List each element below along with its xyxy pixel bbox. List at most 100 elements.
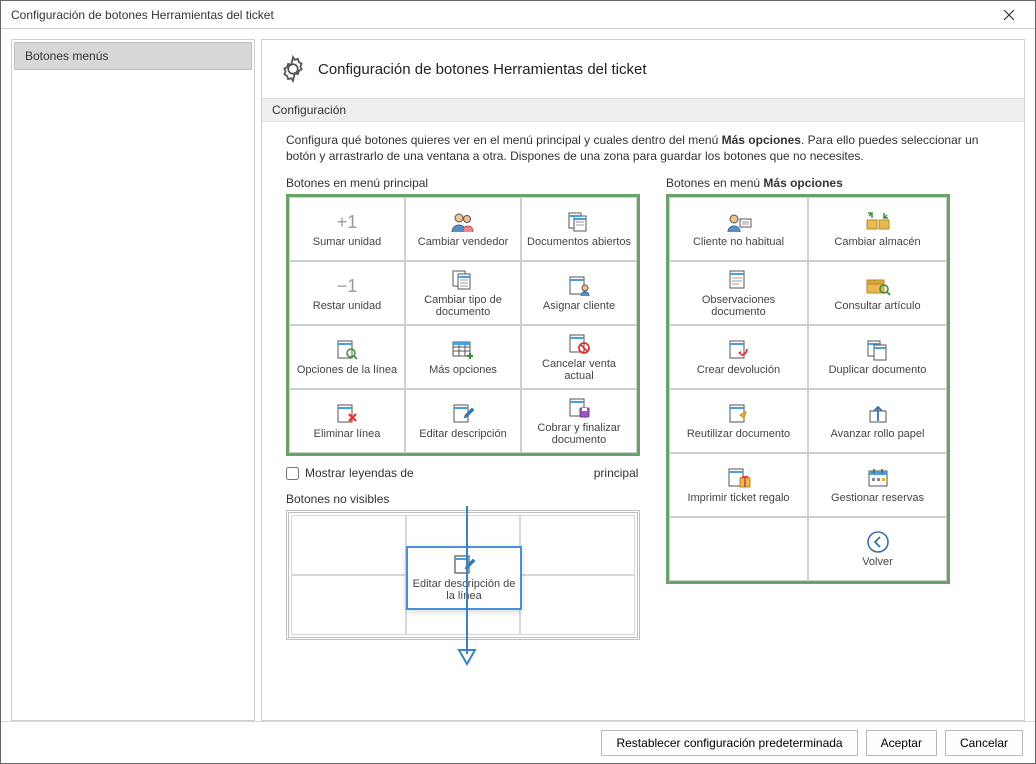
main-panel: Configuración de botones Herramientas de… xyxy=(261,39,1025,721)
hidden-slot[interactable] xyxy=(291,515,406,575)
close-icon xyxy=(1003,9,1015,21)
show-legends-row: Mostrar leyendas de xxxxxxxxxxxxxxxxxxxx… xyxy=(286,466,640,480)
button-cell-label: Sumar unidad xyxy=(313,236,382,248)
button-cell-label: Más opciones xyxy=(429,364,497,376)
doc-x-icon xyxy=(335,402,359,426)
button-cell[interactable]: Reutilizar documento xyxy=(669,389,808,453)
button-cell-label: Duplicar documento xyxy=(829,364,927,376)
button-cell-label: Crear devolución xyxy=(697,364,780,376)
doc-edit-icon xyxy=(452,554,476,576)
button-cell-label: Cambiar vendedor xyxy=(418,236,509,248)
button-cell[interactable]: Gestionar reservas xyxy=(808,453,947,517)
columns: Botones en menú principal +1 Sumar unidad… xyxy=(286,176,1000,640)
ok-button[interactable]: Aceptar xyxy=(866,730,937,756)
docs-open-icon xyxy=(566,210,592,234)
button-cell[interactable]: Imprimir ticket regalo xyxy=(669,453,808,517)
button-cell[interactable]: Avanzar rollo papel xyxy=(808,389,947,453)
doc-forbid-icon xyxy=(567,332,591,356)
hidden-slot[interactable] xyxy=(520,575,635,635)
button-cell-label: Volver xyxy=(862,556,893,568)
button-cell[interactable]: +1 Sumar unidad xyxy=(289,197,405,261)
more-buttons-column: Botones en menú Más opciones Cliente no … xyxy=(666,176,950,584)
button-cell-label: Editar descripción xyxy=(419,428,506,440)
doc-search-icon xyxy=(335,338,359,362)
button-cell[interactable]: Cliente no habitual xyxy=(669,197,808,261)
button-cell-label: Consultar artículo xyxy=(834,300,920,312)
doc-reuse-icon xyxy=(727,402,751,426)
back-icon xyxy=(866,530,890,554)
doc-gift-icon xyxy=(726,466,752,490)
button-cell[interactable]: Cambiar vendedor xyxy=(405,197,521,261)
button-cell-label: Gestionar reservas xyxy=(831,492,924,504)
button-cell[interactable]: Documentos abiertos xyxy=(521,197,637,261)
doc-return-icon xyxy=(727,338,751,362)
show-legends-checkbox[interactable] xyxy=(286,467,299,480)
button-cell[interactable]: Cambiar almacén xyxy=(808,197,947,261)
hidden-slot[interactable] xyxy=(291,575,406,635)
button-cell[interactable]: Eliminar línea xyxy=(289,389,405,453)
drag-ghost[interactable]: Editar descripción de la línea xyxy=(406,546,522,610)
button-cell-label: Cambiar tipo de documento xyxy=(410,294,516,318)
button-cell-label: Eliminar línea xyxy=(314,428,381,440)
dialog-body: Botones menús Configuración de botones H… xyxy=(1,29,1035,721)
reset-defaults-button[interactable]: Restablecer configuración predeterminada xyxy=(601,730,857,756)
button-cell[interactable]: Cancelar venta actual xyxy=(521,325,637,389)
button-cell[interactable]: Asignar cliente xyxy=(521,261,637,325)
button-cell-label: Cancelar venta actual xyxy=(526,358,632,382)
button-cell[interactable]: Editar descripción xyxy=(405,389,521,453)
close-button[interactable] xyxy=(989,2,1029,28)
panel-title: Configuración de botones Herramientas de… xyxy=(318,61,647,78)
warehouse-swap-icon xyxy=(864,210,892,234)
main-buttons-grid[interactable]: +1 Sumar unidad Cambiar vendedor Documentos… xyxy=(286,194,640,456)
button-cell[interactable]: Volver xyxy=(808,517,947,581)
show-legends-label-p1: Mostrar leyendas de xyxy=(305,466,414,480)
calendar-icon xyxy=(866,466,890,490)
doc-dup-icon xyxy=(865,338,891,362)
button-cell[interactable]: Consultar artículo xyxy=(808,261,947,325)
window-title: Configuración de botones Herramientas de… xyxy=(11,8,989,22)
button-cell-label: Cobrar y finalizar documento xyxy=(526,422,632,446)
person-card-icon xyxy=(725,210,753,234)
button-cell[interactable]: Más opciones xyxy=(405,325,521,389)
button-cell[interactable] xyxy=(669,517,808,581)
button-cell-label: Cliente no habitual xyxy=(693,236,784,248)
button-cell[interactable]: Cambiar tipo de documento xyxy=(405,261,521,325)
button-cell[interactable]: Opciones de la línea xyxy=(289,325,405,389)
button-cell[interactable]: Crear devolución xyxy=(669,325,808,389)
more-buttons-label: Botones en menú Más opciones xyxy=(666,176,950,190)
hidden-buttons-label: Botones no visibles xyxy=(286,492,640,506)
plus1-icon: +1 xyxy=(337,210,358,234)
cancel-button[interactable]: Cancelar xyxy=(945,730,1023,756)
roll-up-icon xyxy=(866,402,890,426)
button-cell-label: Restar unidad xyxy=(313,300,382,312)
gear-icon xyxy=(278,54,308,84)
hidden-slot[interactable] xyxy=(520,515,635,575)
people-icon xyxy=(449,210,477,234)
button-cell-label: Observaciones documento xyxy=(674,294,803,318)
button-cell[interactable]: Cobrar y finalizar documento xyxy=(521,389,637,453)
dialog-footer: Restablecer configuración predeterminada… xyxy=(1,721,1035,763)
content-area: Configura qué botones quieres ver en el … xyxy=(262,122,1024,720)
panel-header: Configuración de botones Herramientas de… xyxy=(262,40,1024,98)
doc-save-icon xyxy=(567,396,591,420)
doc-type-icon xyxy=(450,268,476,292)
drag-ghost-label: Editar descripción de la línea xyxy=(408,578,520,602)
button-cell-label: Asignar cliente xyxy=(543,300,615,312)
sidebar-item-botones-menus[interactable]: Botones menús xyxy=(14,42,252,70)
button-cell-label: Reutilizar documento xyxy=(687,428,790,440)
description-text: Configura qué botones quieres ver en el … xyxy=(286,132,1000,164)
doc-note-icon xyxy=(727,268,751,292)
table-plus-icon xyxy=(451,338,475,362)
box-search-icon xyxy=(865,274,891,298)
button-cell[interactable]: Observaciones documento xyxy=(669,261,808,325)
sidebar-item-label: Botones menús xyxy=(25,49,108,63)
main-buttons-label: Botones en menú principal xyxy=(286,176,640,190)
button-cell-label: Avanzar rollo papel xyxy=(831,428,925,440)
dialog-window: Configuración de botones Herramientas de… xyxy=(0,0,1036,764)
button-cell[interactable]: −1Restar unidad xyxy=(289,261,405,325)
button-cell-label: Cambiar almacén xyxy=(834,236,920,248)
sidebar: Botones menús xyxy=(11,39,255,721)
button-cell-label: Imprimir ticket regalo xyxy=(687,492,789,504)
button-cell[interactable]: Duplicar documento xyxy=(808,325,947,389)
more-buttons-grid[interactable]: Cliente no habitual Cambiar almacén Observ… xyxy=(666,194,950,584)
